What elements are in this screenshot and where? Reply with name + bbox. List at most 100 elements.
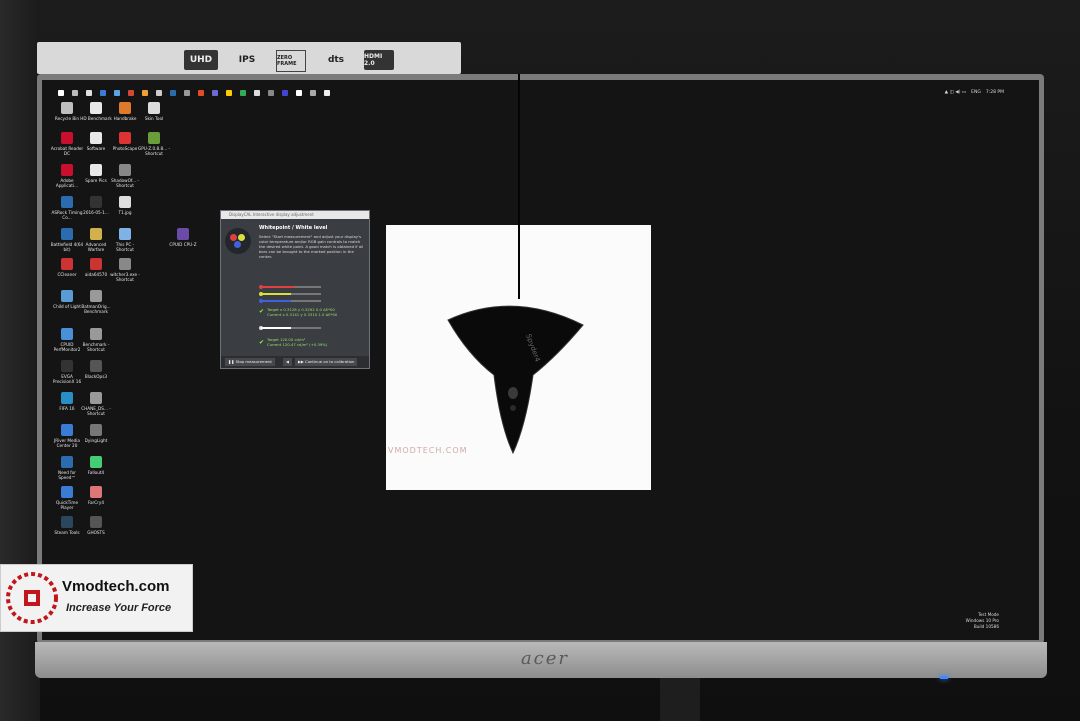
- sticker-uhd: UHD: [184, 50, 218, 70]
- desktop-icon-image: [61, 132, 73, 144]
- taskbar-pinned-icon[interactable]: [58, 90, 64, 96]
- taskbar-pinned-icon[interactable]: [170, 90, 176, 96]
- desktop-icon-image: [177, 228, 189, 240]
- taskbar-pinned-icon[interactable]: [198, 90, 204, 96]
- continue-calibration-button[interactable]: ▶▶ Continue on to calibration: [295, 358, 358, 366]
- green-channel-bar: [261, 293, 321, 295]
- red-channel-bar: [261, 286, 321, 288]
- luminance-bar: [261, 327, 321, 329]
- desktop-icon-image: [148, 132, 160, 144]
- desktop-icon-label: BlackOps3: [84, 374, 108, 379]
- desktop-icon[interactable]: GPU-Z.0.8.8... - Shortcut: [137, 132, 171, 156]
- desktop-icon-image: [61, 164, 73, 176]
- desktop-icon-image: [61, 456, 73, 468]
- dialog-heading: Whitepoint / White level: [259, 225, 328, 231]
- whitepoint-check-icon: ✔: [259, 308, 265, 315]
- desktop-icon[interactable]: T1.jpg: [108, 196, 142, 215]
- desktop-icon-image: [61, 196, 73, 208]
- desktop-icon[interactable]: GHOSTS: [79, 516, 113, 535]
- desktop-icon-label: This PC - Shortcut: [115, 242, 135, 252]
- desktop-icon-image: [61, 290, 73, 302]
- tray-icons[interactable]: ▲ ◫ ◀) ▭: [945, 90, 966, 95]
- taskbar-pinned-icon[interactable]: [296, 90, 302, 96]
- desktop-icon-image: [119, 132, 131, 144]
- taskbar: ▲ ◫ ◀) ▭ ENG 7:28 PM: [42, 88, 1039, 102]
- desktop-icon-image: [90, 132, 102, 144]
- desktop-icon[interactable]: witcher3.exe - Shortcut: [108, 258, 142, 282]
- desktop-icon-image: [61, 228, 73, 240]
- language-indicator[interactable]: ENG: [971, 90, 981, 95]
- stop-measurement-button[interactable]: ❚❚ Stop measurement: [225, 358, 275, 366]
- desktop-icon[interactable]: FarCry4: [79, 486, 113, 505]
- green-bar-fill: [261, 293, 291, 295]
- desktop-icon-label: ShadowOf... - Shortcut: [111, 178, 139, 188]
- desktop-icon-image: [90, 516, 102, 528]
- desktop-icon[interactable]: Fallout4: [79, 456, 113, 475]
- desktop-icon[interactable]: BlackOps3: [79, 360, 113, 379]
- sticker-zero-frame: ZERO FRAME: [276, 50, 306, 72]
- taskbar-pinned-icon[interactable]: [212, 90, 218, 96]
- desktop-icon-image: [61, 486, 73, 498]
- logo-red-dot: [230, 234, 237, 241]
- back-button[interactable]: ◀: [283, 358, 292, 366]
- build-info: Test Mode Windows 10 Pro Build 10586: [966, 612, 999, 630]
- watermark-tagline: Increase Your Force: [66, 602, 172, 614]
- luminance-bar-fill: [261, 327, 291, 329]
- taskbar-pinned-icon[interactable]: [114, 90, 120, 96]
- taskbar-pinned-icon[interactable]: [128, 90, 134, 96]
- taskbar-pinned-icon[interactable]: [72, 90, 78, 96]
- taskbar-pinned-icon[interactable]: [324, 90, 330, 96]
- dialog-instructions: Select "Start measurement" and adjust yo…: [259, 234, 364, 259]
- watermark-banner: [0, 564, 193, 632]
- desktop-icon[interactable]: CPUID CPU-Z: [166, 228, 200, 247]
- desktop-icon-label: Skin Tool: [144, 116, 164, 121]
- taskbar-pinned-icon[interactable]: [282, 90, 288, 96]
- desktop-icon-image: [90, 456, 102, 468]
- monitor-stand: [660, 678, 700, 721]
- taskbar-pinned-icon[interactable]: [86, 90, 92, 96]
- desktop-icon[interactable]: Skin Tool: [137, 102, 171, 121]
- desktop-icon-image: [90, 360, 102, 372]
- desktop-icon-image: [90, 258, 102, 270]
- taskbar-pinned-icon[interactable]: [156, 90, 162, 96]
- stop-measurement-label: Stop measurement: [235, 359, 272, 364]
- taskbar-pinned-icon[interactable]: [268, 90, 274, 96]
- desktop-icon[interactable]: Benchmark - Shortcut: [79, 328, 113, 352]
- desktop-icon[interactable]: This PC - Shortcut: [108, 228, 142, 252]
- clock[interactable]: 7:28 PM: [986, 90, 1004, 95]
- desktop-icon-label: DyingLight: [84, 438, 108, 443]
- logo-blue-dot: [234, 241, 241, 248]
- desktop-icon-image: [119, 196, 131, 208]
- taskbar-pinned-icon[interactable]: [310, 90, 316, 96]
- vmodtech-logo-icon: [6, 572, 58, 624]
- desktop-icon-label: CPUID CPU-Z: [169, 242, 197, 247]
- desktop-icon-image: [148, 102, 160, 114]
- desktop-icon-label: FarCry4: [87, 500, 105, 505]
- blue-bar-fill: [261, 300, 291, 302]
- desktop-icon-image: [90, 196, 102, 208]
- desktop-icon[interactable]: CHANE_DS... - Shortcut: [79, 392, 113, 416]
- desktop-icon-image: [90, 164, 102, 176]
- displaycal-logo-icon: [225, 228, 251, 254]
- desktop-icon-image: [61, 424, 73, 436]
- taskbar-pinned-icon[interactable]: [254, 90, 260, 96]
- desktop-icon-image: [90, 486, 102, 498]
- desktop-icon-image: [119, 102, 131, 114]
- continue-calibration-label: Continue on to calibration: [305, 359, 355, 364]
- luminance-check-icon: ✔: [259, 339, 265, 346]
- sticker-dts: dts: [327, 55, 345, 65]
- taskbar-pinned-icon[interactable]: [184, 90, 190, 96]
- luminance-current: Current 120.47 cd/m² (+0.39%): [267, 342, 328, 347]
- taskbar-pinned-icon[interactable]: [100, 90, 106, 96]
- taskbar-pinned-icon[interactable]: [226, 90, 232, 96]
- desktop-icon[interactable]: DyingLight: [79, 424, 113, 443]
- taskbar-pinned-icon[interactable]: [142, 90, 148, 96]
- taskbar-pinned-icon[interactable]: [240, 90, 246, 96]
- colorimeter-device: Spyder4: [447, 305, 584, 455]
- desktop-icon-label: witcher3.exe - Shortcut: [110, 272, 140, 282]
- desktop-icon[interactable]: BatmanOrig... Benchmark: [79, 290, 113, 314]
- desktop-icon-image: [90, 228, 102, 240]
- dialog-titlebar[interactable]: DisplayCAL Interactive display adjustmen…: [221, 211, 369, 219]
- desktop-icon[interactable]: ShadowOf... - Shortcut: [108, 164, 142, 188]
- system-tray: ▲ ◫ ◀) ▭ ENG 7:28 PM: [945, 90, 1004, 95]
